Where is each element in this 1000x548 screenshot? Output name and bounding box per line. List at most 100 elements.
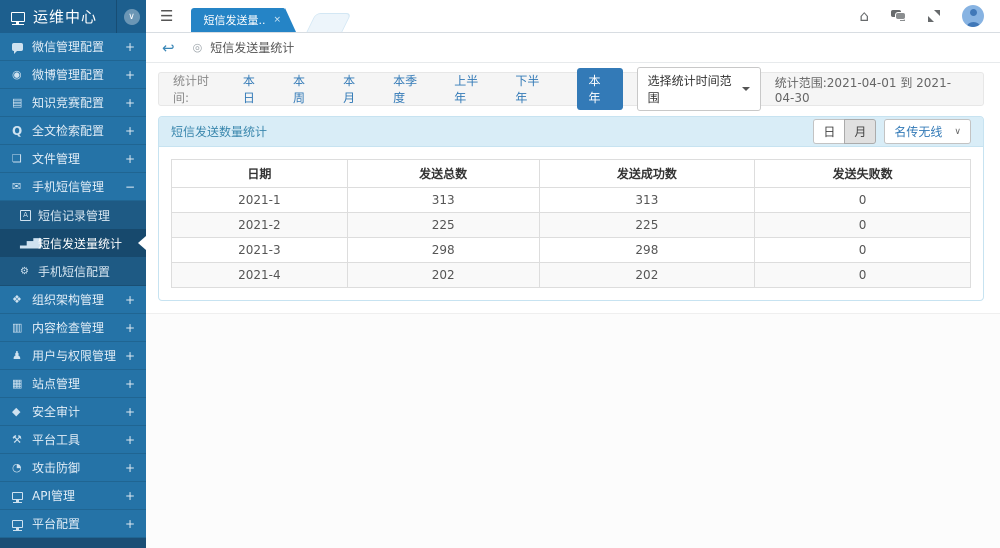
close-icon[interactable]: ×: [273, 15, 281, 25]
period-this-year-button[interactable]: 本年: [577, 68, 623, 110]
table-row: 2021-2 225 225 0: [172, 213, 971, 238]
sidebar-item-label: 用户与权限管理: [32, 347, 125, 364]
tab-label: 短信发送量..: [203, 12, 265, 28]
sidebar-item-label: 安全审计: [32, 403, 125, 420]
panel-controls: 日 月 名传无线 ∨: [813, 119, 971, 144]
tools-icon: ⚒: [12, 433, 32, 446]
sidebar-item-label: 平台配置: [32, 515, 125, 532]
tab-sms-volume-stats[interactable]: 短信发送量.. ×: [191, 8, 285, 32]
user-avatar[interactable]: [962, 5, 984, 27]
document-icon: ▤: [12, 96, 32, 109]
sidebar-item-label: 手机短信管理: [32, 178, 125, 195]
main-area: ☰ 短信发送量.. × ⌂ ↩ ◎ 短信发送量统计 统计时间: 本日 本周 本月…: [146, 0, 1000, 548]
shield-icon: ◆: [12, 405, 32, 418]
cell-date: 2021-4: [172, 263, 348, 288]
cell-date: 2021-2: [172, 213, 348, 238]
table-header-row: 日期 发送总数 发送成功数 发送失败数: [172, 160, 971, 188]
site-icon: ▦: [12, 377, 32, 390]
sidebar-item-fulltext-search-config[interactable]: Q 全文检索配置 +: [0, 117, 146, 145]
cell-success: 202: [539, 263, 755, 288]
table-row: 2021-1 313 313 0: [172, 188, 971, 213]
sidebar-item-label: 组织架构管理: [32, 291, 125, 308]
cell-failed: 0: [755, 263, 971, 288]
sidebar-item-api-management[interactable]: API管理 +: [0, 482, 146, 510]
wechat-icon: [12, 40, 32, 53]
sidebar-item-wechat-config[interactable]: 微信管理配置 +: [0, 33, 146, 61]
sidebar-item-quiz-config[interactable]: ▤ 知识竞赛配置 +: [0, 89, 146, 117]
cell-failed: 0: [755, 188, 971, 213]
sidebar-item-org-structure[interactable]: ❖ 组织架构管理 +: [0, 286, 146, 314]
expand-plus-icon: +: [125, 321, 135, 335]
page-content: 统计时间: 本日 本周 本月 本季度 上半年 下半年 本年 选择统计时间范围 统…: [146, 63, 1000, 301]
expand-plus-icon: +: [125, 461, 135, 475]
expand-plus-icon: +: [125, 489, 135, 503]
sidebar-item-sms-volume-stats[interactable]: ▂▅▇ 短信发送量统计: [0, 229, 146, 257]
sidebar-item-security-audit[interactable]: ◆ 安全审计 +: [0, 398, 146, 426]
home-icon[interactable]: ⌂: [859, 9, 869, 24]
menu-toggle-icon[interactable]: ☰: [146, 7, 187, 25]
target-icon: ◎: [193, 41, 203, 54]
mail-icon: ✉: [12, 180, 32, 193]
weibo-icon: ◉: [12, 68, 32, 81]
cell-total: 313: [347, 188, 539, 213]
sidebar-item-content-check[interactable]: ▥ 内容检查管理 +: [0, 314, 146, 342]
cell-total: 298: [347, 238, 539, 263]
period-this-quarter[interactable]: 本季度: [393, 72, 426, 106]
stats-panel-header: 短信发送数量统计 日 月 名传无线 ∨: [159, 117, 983, 147]
chevron-down-icon: ∨: [954, 127, 961, 137]
period-this-week[interactable]: 本周: [293, 72, 315, 106]
sidebar-item-platform-tools[interactable]: ⚒ 平台工具 +: [0, 426, 146, 454]
channel-select[interactable]: 名传无线 ∨: [884, 119, 971, 144]
table-row: 2021-3 298 298 0: [172, 238, 971, 263]
comments-icon[interactable]: [891, 10, 906, 22]
sidebar-collapse-toggle[interactable]: ∨: [116, 0, 146, 33]
cell-total: 225: [347, 213, 539, 238]
period-first-half-year[interactable]: 上半年: [454, 72, 487, 106]
sidebar-item-label: API管理: [32, 487, 125, 504]
monitor-icon: [12, 517, 32, 530]
sidebar-item-label: 微博管理配置: [32, 66, 125, 83]
sidebar-item-label: 短信记录管理: [38, 207, 135, 224]
range-summary: 统计范围:2021-04-01 到 2021-04-30: [775, 74, 969, 105]
breadcrumb: ↩ ◎ 短信发送量统计: [146, 33, 1000, 63]
sidebar-item-site-management[interactable]: ▦ 站点管理 +: [0, 370, 146, 398]
sidebar-item-sms-management[interactable]: ✉ 手机短信管理 −: [0, 173, 146, 201]
range-picker-button[interactable]: 选择统计时间范围: [637, 67, 761, 111]
period-second-half-year[interactable]: 下半年: [515, 72, 548, 106]
panel-title: 短信发送数量统计: [171, 123, 267, 140]
table-row: 2021-4 202 202 0: [172, 263, 971, 288]
app-title: 运维中心: [33, 6, 116, 27]
unit-month-button[interactable]: 月: [844, 119, 876, 144]
sidebar-footer: [0, 538, 146, 548]
expand-plus-icon: +: [125, 96, 135, 110]
period-today[interactable]: 本日: [243, 72, 265, 106]
sidebar-item-attack-defense[interactable]: ◔ 攻击防御 +: [0, 454, 146, 482]
sidebar-item-weibo-config[interactable]: ◉ 微博管理配置 +: [0, 61, 146, 89]
content-check-icon: ▥: [12, 321, 32, 334]
cell-failed: 0: [755, 213, 971, 238]
sidebar-item-platform-config[interactable]: 平台配置 +: [0, 510, 146, 538]
sidebar-item-users-permissions[interactable]: ♟ 用户与权限管理 +: [0, 342, 146, 370]
stats-panel-body: 日期 发送总数 发送成功数 发送失败数 2021-1 313 313 0: [159, 147, 983, 300]
expand-plus-icon: +: [125, 377, 135, 391]
sidebar-item-file-management[interactable]: ❏ 文件管理 +: [0, 145, 146, 173]
expand-plus-icon: +: [125, 349, 135, 363]
fullscreen-icon[interactable]: [928, 10, 940, 22]
back-icon[interactable]: ↩: [162, 39, 175, 57]
sidebar-item-label: 攻击防御: [32, 459, 125, 476]
sidebar-item-sms-records[interactable]: A 短信记录管理: [0, 201, 146, 229]
org-icon: ❖: [12, 293, 32, 306]
sidebar-item-sms-config[interactable]: ⚙ 手机短信配置: [0, 257, 146, 285]
sidebar-item-label: 内容检查管理: [32, 319, 125, 336]
file-icon: ❏: [12, 152, 32, 165]
sidebar: 运维中心 ∨ 微信管理配置 + ◉ 微博管理配置 + ▤ 知识竞赛配置 + Q …: [0, 0, 146, 548]
chevron-down-icon: ∨: [124, 9, 140, 25]
cell-total: 202: [347, 263, 539, 288]
search-icon: Q: [12, 124, 32, 138]
gear-icon: ⚙: [20, 266, 38, 277]
unit-day-button[interactable]: 日: [813, 119, 844, 144]
cell-date: 2021-3: [172, 238, 348, 263]
period-this-month[interactable]: 本月: [343, 72, 365, 106]
user-icon: ♟: [12, 349, 32, 362]
sidebar-item-label: 站点管理: [32, 375, 125, 392]
